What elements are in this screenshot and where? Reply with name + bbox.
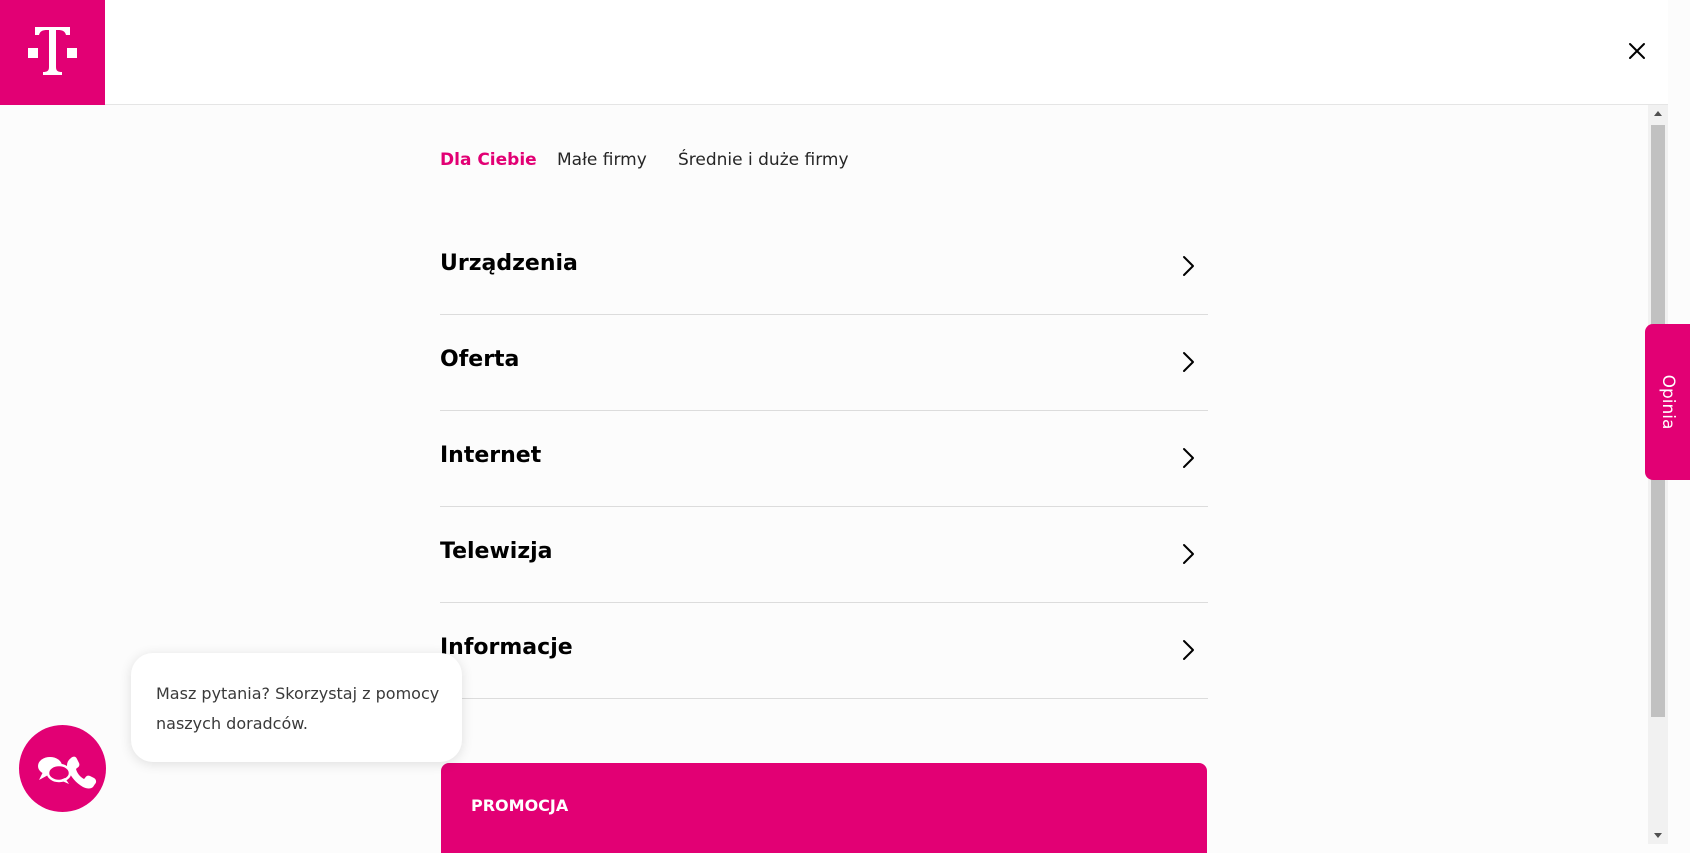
menu-item-label: Informacje [440, 635, 573, 660]
tab-male-firmy[interactable]: Małe firmy [557, 150, 647, 170]
promo-banner[interactable]: PROMOCJA [441, 763, 1207, 853]
main-menu: Urządzenia Oferta Internet Telewizja Inf… [440, 219, 1208, 699]
feedback-tab[interactable]: Opinia [1645, 324, 1690, 480]
chat-phone-icon [38, 756, 97, 789]
tab-srednie-i-duze-firmy[interactable]: Średnie i duże firmy [678, 150, 849, 170]
chevron-right-icon [1183, 352, 1194, 372]
chevron-right-icon [1183, 544, 1194, 564]
menu-item-oferta[interactable]: Oferta [440, 315, 1208, 411]
menu-item-urzadzenia[interactable]: Urządzenia [440, 219, 1208, 315]
feedback-label: Opinia [1657, 374, 1678, 430]
chevron-right-icon [1183, 256, 1194, 276]
menu-item-label: Oferta [440, 347, 520, 372]
chat-call-button[interactable] [19, 725, 106, 812]
telekom-logo-icon[interactable] [0, 0, 105, 105]
scroll-up-arrow-icon[interactable] [1648, 105, 1668, 123]
close-icon[interactable] [1622, 36, 1652, 66]
tab-dla-ciebie[interactable]: Dla Ciebie [440, 150, 537, 170]
menu-item-telewizja[interactable]: Telewizja [440, 507, 1208, 603]
chevron-right-icon [1183, 640, 1194, 660]
menu-item-label: Urządzenia [440, 251, 578, 276]
scroll-down-arrow-icon[interactable] [1648, 826, 1668, 844]
menu-item-label: Telewizja [440, 539, 553, 564]
chat-prompt-text: Masz pytania? Skorzystaj z pomocy naszyc… [156, 684, 440, 733]
menu-item-internet[interactable]: Internet [440, 411, 1208, 507]
chat-prompt-bubble: Masz pytania? Skorzystaj z pomocy naszyc… [131, 653, 462, 762]
promo-label: PROMOCJA [471, 796, 569, 815]
menu-item-label: Internet [440, 443, 542, 468]
header [0, 0, 1668, 105]
menu-item-informacje[interactable]: Informacje [440, 603, 1208, 699]
chevron-right-icon [1183, 448, 1194, 468]
